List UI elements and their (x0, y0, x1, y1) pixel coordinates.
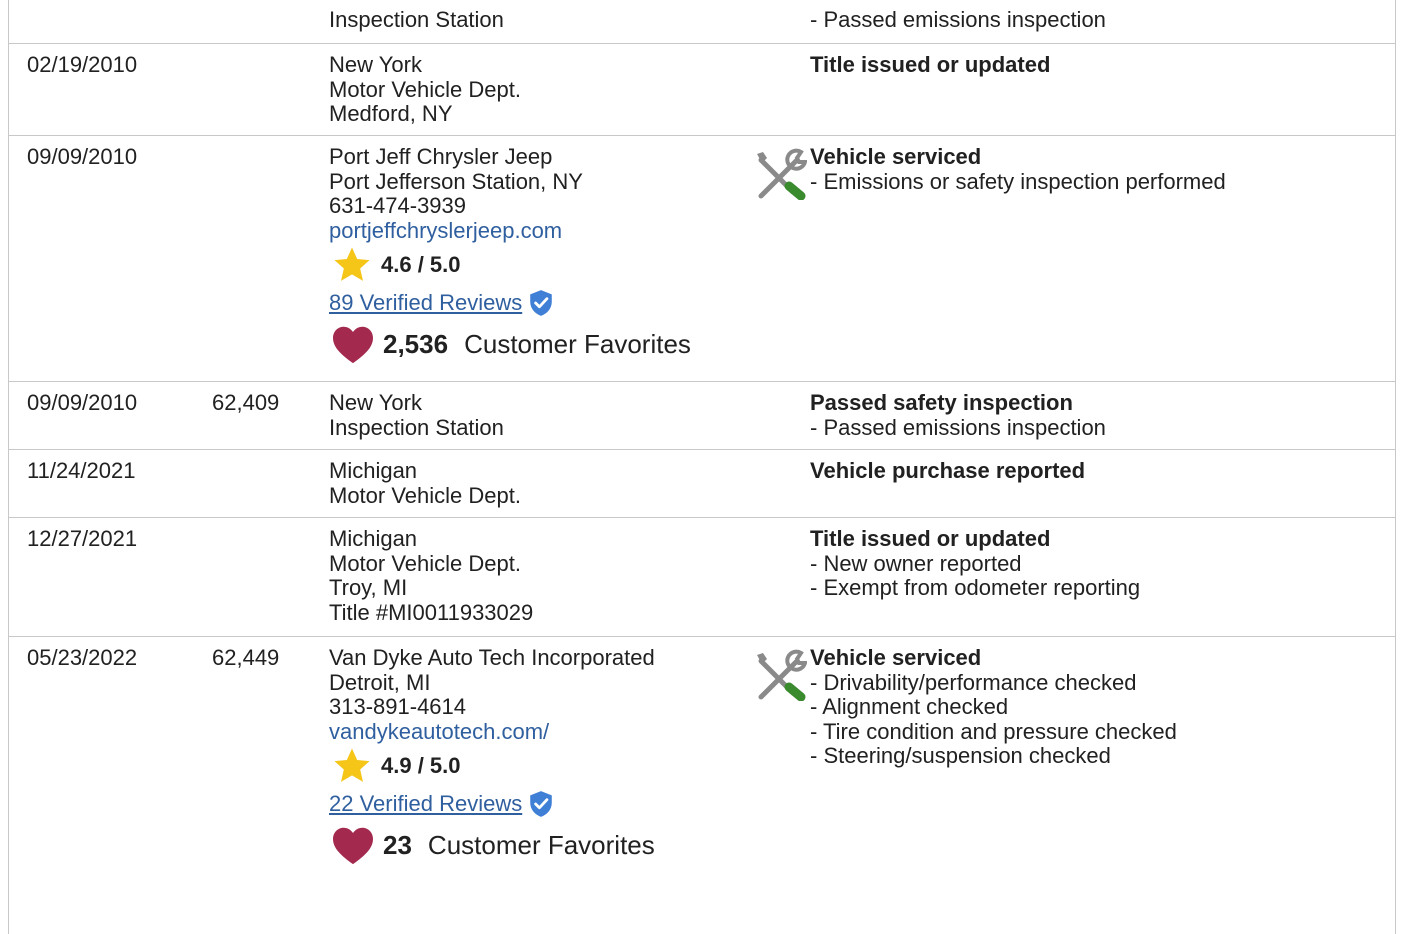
source-line: Inspection Station (329, 414, 504, 440)
details-cell: - Passed emissions inspection (810, 7, 1390, 33)
table-row: 09/09/2010 Port Jeff Chrysler Jeep Port … (9, 136, 1395, 382)
source-line: Motor Vehicle Dept. (329, 482, 521, 508)
source-line: Inspection Station (329, 7, 504, 32)
source-line: Medford, NY (329, 101, 453, 126)
table-row: 02/19/2010 New York Motor Vehicle Dept. … (9, 44, 1395, 136)
table-row: 05/23/2022 62,449 Van Dyke Auto Tech Inc… (9, 637, 1395, 934)
source-line: Michigan (329, 526, 418, 551)
details-cell: Vehicle serviced - Drivability/performan… (810, 645, 1390, 769)
verified-shield-icon (530, 791, 552, 817)
source-line: Motor Vehicle Dept. (329, 550, 521, 576)
detail-title: Vehicle purchase reported (810, 458, 1086, 483)
reviews-row: 89 Verified Reviews (329, 285, 759, 321)
odometer-cell: 62,449 (212, 645, 280, 670)
dealer-website-link[interactable]: portjeffchryslerjeep.com (329, 218, 759, 244)
odometer-cell: 62,409 (212, 390, 280, 415)
source-line: 313-891-4614 (329, 694, 467, 719)
source-line: Van Dyke Auto Tech Incorporated (329, 645, 655, 670)
heart-icon (333, 827, 373, 865)
table-row: 11/24/2021 Michigan Motor Vehicle Dept. … (9, 450, 1395, 518)
table-row: 09/09/2010 62,409 New York Inspection St… (9, 382, 1395, 450)
detail-line: - Emissions or safety inspection perform… (810, 168, 1226, 194)
source-line: Motor Vehicle Dept. (329, 76, 521, 102)
customer-favorites: 2,536 Customer Favorites (329, 323, 759, 365)
source-cell: Van Dyke Auto Tech Incorporated Detroit,… (329, 645, 759, 866)
date-cell: 05/23/2022 (27, 645, 138, 670)
customer-favorites: 23 Customer Favorites (329, 824, 759, 866)
detail-line: - Passed emissions inspection (810, 7, 1106, 32)
heart-icon (333, 326, 373, 364)
date-cell: 11/24/2021 (27, 458, 136, 483)
detail-line: - Alignment checked (810, 694, 1009, 719)
star-icon (334, 247, 370, 281)
detail-line: - Steering/suspension checked (810, 743, 1111, 768)
dealer-rating: 4.6 / 5.0 (329, 245, 759, 285)
history-table: Inspection Station - Passed emissions in… (8, 0, 1396, 934)
verified-shield-icon (530, 290, 552, 316)
detail-line: - Passed emissions inspection (810, 414, 1106, 440)
source-line: Title #MI0011933029 (329, 599, 534, 625)
date-cell: 09/09/2010 (27, 144, 138, 169)
table-row: 12/27/2021 Michigan Motor Vehicle Dept. … (9, 518, 1395, 637)
detail-line: - New owner reported (810, 550, 1022, 576)
detail-title: Title issued or updated (810, 526, 1051, 551)
source-cell: Port Jeff Chrysler Jeep Port Jefferson S… (329, 144, 759, 365)
source-line: Port Jefferson Station, NY (329, 168, 583, 194)
source-line: New York (329, 390, 422, 415)
detail-line: - Drivability/performance checked (810, 669, 1137, 695)
favorites-count: 23 (383, 829, 412, 860)
rating-score: 4.6 / 5.0 (381, 251, 461, 277)
detail-line: - Exempt from odometer reporting (810, 575, 1141, 600)
table-row: Inspection Station - Passed emissions in… (9, 0, 1395, 44)
detail-line: - Tire condition and pressure checked (810, 718, 1177, 744)
source-cell: Inspection Station (329, 7, 759, 33)
favorites-label: Customer Favorites (464, 328, 691, 359)
source-line: New York (329, 52, 422, 77)
date-cell: 12/27/2021 (27, 526, 138, 551)
detail-title: Title issued or updated (810, 52, 1051, 77)
source-cell: New York Inspection Station (329, 390, 759, 440)
detail-title: Vehicle serviced (810, 645, 982, 670)
verified-reviews-link[interactable]: 22 Verified Reviews (329, 791, 522, 817)
details-cell: Title issued or updated - New owner repo… (810, 526, 1390, 601)
details-cell: Passed safety inspection - Passed emissi… (810, 390, 1390, 440)
dealer-website-link[interactable]: vandykeautotech.com/ (329, 719, 759, 745)
date-cell: 02/19/2010 (27, 52, 138, 77)
wrench-screwdriver-icon (757, 649, 807, 701)
source-cell: Michigan Motor Vehicle Dept. (329, 458, 759, 508)
detail-title: Vehicle serviced (810, 144, 982, 169)
date-cell: 09/09/2010 (27, 390, 138, 415)
source-cell: New York Motor Vehicle Dept. Medford, NY (329, 52, 759, 127)
source-line: 631-474-3939 (329, 193, 467, 218)
source-line: Port Jeff Chrysler Jeep (329, 144, 553, 169)
favorites-count: 2,536 (383, 328, 449, 359)
details-cell: Vehicle serviced - Emissions or safety i… (810, 144, 1390, 194)
source-line: Troy, MI (329, 575, 408, 600)
details-cell: Vehicle purchase reported (810, 458, 1390, 484)
reviews-row: 22 Verified Reviews (329, 786, 759, 822)
star-icon (334, 748, 370, 782)
wrench-screwdriver-icon (757, 148, 807, 200)
details-cell: Title issued or updated (810, 52, 1390, 78)
source-line: Detroit, MI (329, 669, 431, 695)
dealer-rating: 4.9 / 5.0 (329, 746, 759, 786)
source-line: Michigan (329, 458, 418, 483)
favorites-label: Customer Favorites (427, 829, 655, 860)
rating-score: 4.9 / 5.0 (381, 752, 461, 778)
source-cell: Michigan Motor Vehicle Dept. Troy, MI Ti… (329, 526, 759, 625)
detail-title: Passed safety inspection (810, 390, 1073, 415)
verified-reviews-link[interactable]: 89 Verified Reviews (329, 290, 522, 316)
